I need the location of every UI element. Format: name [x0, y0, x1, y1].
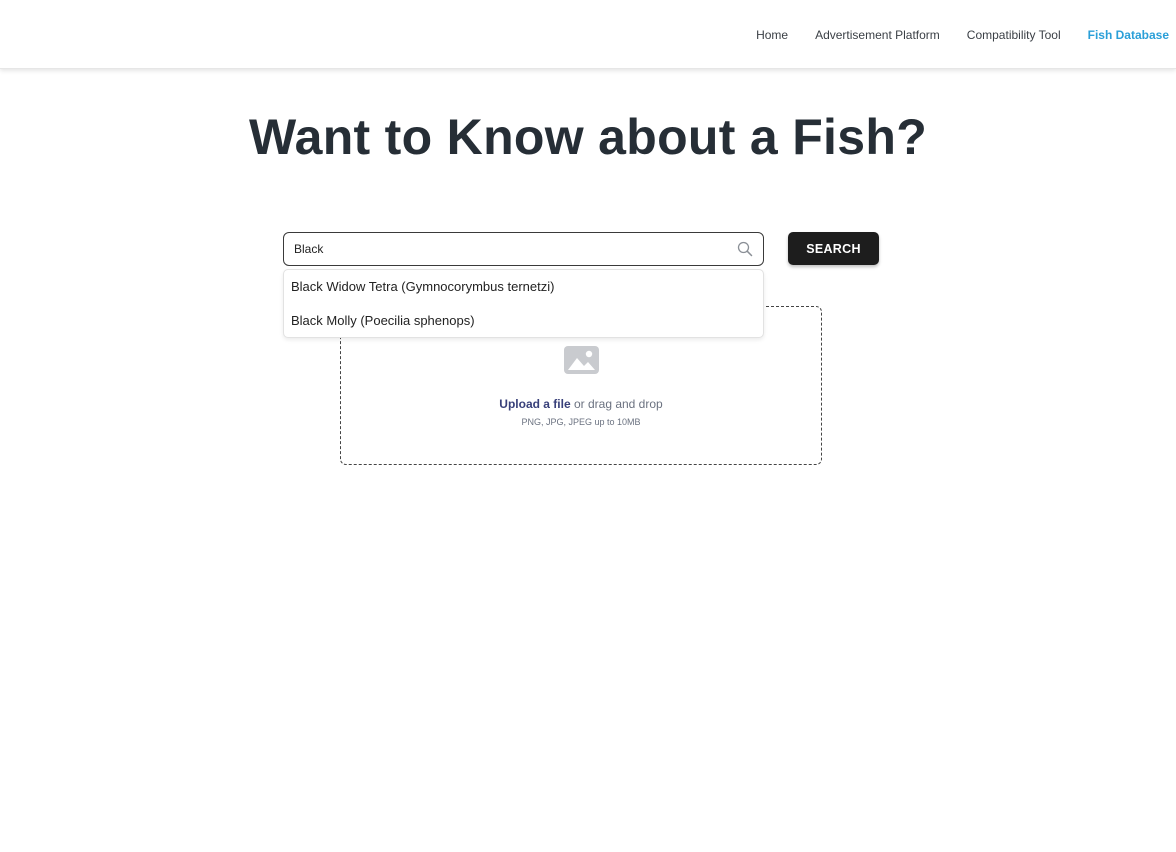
- upload-file-types-hint: PNG, JPG, JPEG up to 10MB: [521, 417, 641, 427]
- suggestion-black-widow-tetra[interactable]: Black Widow Tetra (Gymnocorymbus ternetz…: [284, 270, 763, 304]
- upload-file-link[interactable]: Upload a file: [499, 397, 570, 411]
- nav-home-link[interactable]: Home: [756, 28, 788, 42]
- search-suggestions-dropdown: Black Widow Tetra (Gymnocorymbus ternetz…: [283, 269, 764, 338]
- image-icon: [563, 345, 600, 375]
- search-button[interactable]: SEARCH: [788, 232, 879, 265]
- search-box: [283, 232, 764, 266]
- nav-advertisement-platform-link[interactable]: Advertisement Platform: [815, 28, 940, 42]
- upload-instructions: Upload a file or drag and drop: [341, 397, 821, 411]
- search-icon[interactable]: [737, 241, 753, 257]
- nav-compatibility-tool-link[interactable]: Compatibility Tool: [967, 28, 1061, 42]
- top-navbar: Home Advertisement Platform Compatibilit…: [0, 0, 1176, 69]
- upload-drag-text: or drag and drop: [570, 397, 663, 411]
- page-title: Want to Know about a Fish?: [248, 109, 928, 165]
- search-input[interactable]: [294, 233, 724, 265]
- main-nav: Home Advertisement Platform Compatibilit…: [756, 0, 1169, 69]
- suggestion-black-molly[interactable]: Black Molly (Poecilia sphenops): [284, 304, 763, 338]
- nav-fish-database-link[interactable]: Fish Database: [1088, 28, 1169, 42]
